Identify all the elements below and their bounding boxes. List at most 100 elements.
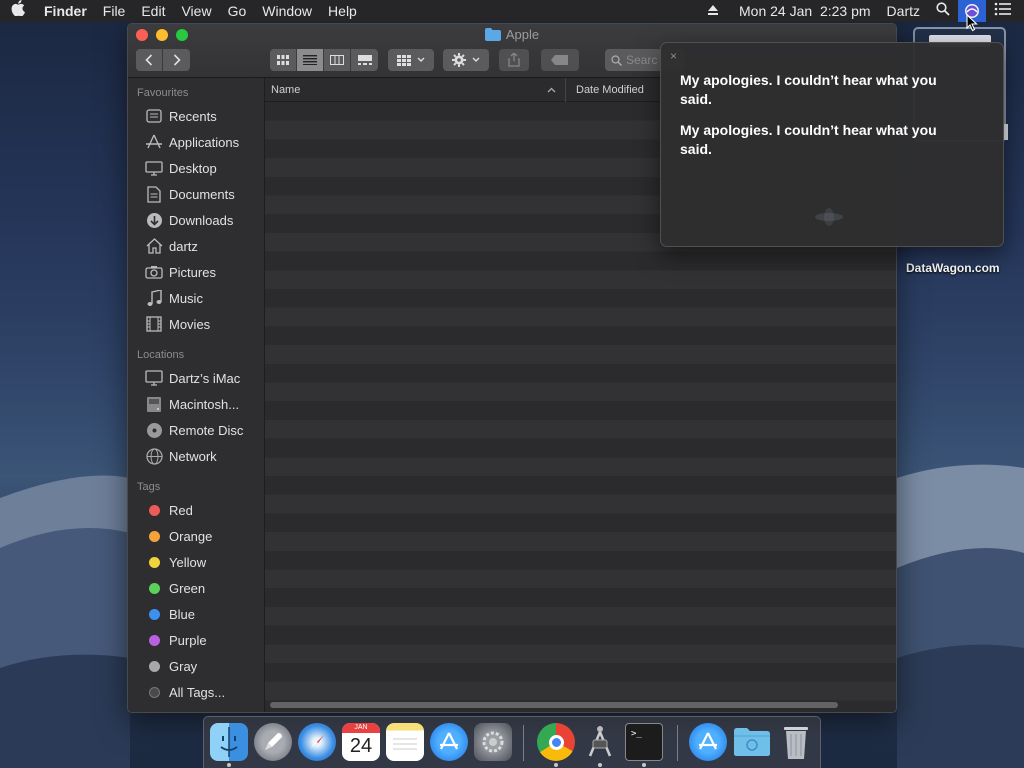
trash-icon [784,727,808,759]
menu-help[interactable]: Help [320,0,365,22]
desktop-icon [145,159,163,177]
tag-color-dot [148,608,160,620]
sidebar-item-label: All Tags... [169,684,226,700]
dock: JAN 24 >_ [203,716,821,768]
sidebar-item-label: Dartz’s iMac [169,370,241,386]
sidebar-item-remote-disc[interactable]: Remote Disc [145,419,243,441]
tag-color-dot [148,660,160,672]
dock-folder[interactable] [733,723,771,761]
dock-notes[interactable] [386,723,424,761]
sidebar-tag-purple[interactable]: Purple [145,629,207,651]
tag-color-dot [148,504,160,516]
sidebar-item-network[interactable]: Network [145,445,217,467]
sidebar-item-label: Applications [169,134,240,150]
sidebar-item-recents[interactable]: Recents [145,105,217,127]
sidebar-item-documents[interactable]: Documents [145,183,235,205]
sidebar-tag-red[interactable]: Red [145,499,193,521]
sidebar-item-label: Purple [169,632,207,648]
sidebar-tag-yellow[interactable]: Yellow [145,551,206,573]
imac-icon [145,369,163,387]
eject-icon[interactable] [695,0,731,22]
spotlight-search-icon[interactable] [928,0,958,22]
camera-icon [145,263,163,281]
dock-automator[interactable] [581,723,619,761]
menu-edit[interactable]: Edit [133,0,173,22]
column-header-name[interactable]: Name [271,84,300,96]
sidebar-item-desktop[interactable]: Desktop [145,157,217,179]
notification-center-icon[interactable] [986,0,1024,22]
sidebar-item-label: Recents [169,108,217,124]
sidebar-tag-green[interactable]: Green [145,577,205,599]
network-icon [145,447,163,465]
menu-go[interactable]: Go [220,0,255,22]
sidebar-tag-gray[interactable]: Gray [145,655,197,677]
menu-file[interactable]: File [95,0,134,22]
sidebar-item-label: Remote Disc [169,422,244,438]
horizontal-scrollbar[interactable] [270,702,838,708]
sidebar-item-imac[interactable]: Dartz’s iMac [145,367,240,389]
downloads-icon [145,211,163,229]
menu-clock[interactable]: Mon 24 Jan 2:23 pm [731,0,879,22]
navigation-buttons [136,49,190,71]
menu-user[interactable]: Dartz [879,0,928,22]
sidebar-item-music[interactable]: Music [145,287,203,309]
recents-icon [145,107,163,125]
sidebar-all-tags[interactable]: All Tags... [145,681,225,703]
dock-trash[interactable] [777,723,815,761]
group-by-button[interactable] [388,49,434,71]
sidebar-item-label: Green [169,580,206,596]
sidebar-tag-orange[interactable]: Orange [145,525,212,547]
siri-close-button[interactable]: × [670,49,677,63]
siri-panel: × My apologies. I couldn’t hear what you… [660,42,1004,247]
icon-view-button[interactable] [270,49,297,71]
menu-app-name[interactable]: Finder [36,0,95,22]
tag-color-dot [148,530,160,542]
back-button[interactable] [136,49,163,71]
column-divider[interactable] [565,78,566,102]
sidebar-item-label: Blue [169,606,196,622]
dock-app-store-download[interactable] [689,723,727,761]
share-button[interactable] [499,49,529,71]
column-header-date-modified[interactable]: Date Modified [576,84,644,96]
dock-separator [677,725,678,761]
sidebar-item-applications[interactable]: Applications [145,131,239,153]
dock-separator [523,725,524,761]
dock-safari[interactable] [298,723,336,761]
dock-calendar[interactable]: JAN 24 [342,723,380,761]
menu-view[interactable]: View [173,0,219,22]
tag-icon [551,55,568,65]
sidebar-item-downloads[interactable]: Downloads [145,209,233,231]
apple-menu-icon[interactable] [0,0,36,22]
sidebar-item-movies[interactable]: Movies [145,313,210,335]
sidebar-tag-blue[interactable]: Blue [145,603,195,625]
sidebar-header-tags: Tags [137,481,161,493]
sidebar-header-favourites: Favourites [137,87,189,99]
calendar-day: 24 [349,735,373,757]
sidebar-item-label: Gray [169,658,198,674]
column-view-button[interactable] [324,49,351,71]
list-view-button[interactable] [297,49,324,71]
dock-terminal[interactable]: >_ [625,723,663,761]
gallery-view-button[interactable] [351,49,378,71]
action-menu-button[interactable] [443,49,489,71]
menu-window[interactable]: Window [254,0,320,22]
sidebar-item-label: Downloads [169,212,234,228]
edit-tags-button[interactable] [541,49,579,71]
rocket-icon [265,733,282,750]
documents-icon [145,185,163,203]
forward-button[interactable] [163,49,190,71]
sidebar-item-dartz[interactable]: dartz [145,235,198,257]
sort-ascending-icon[interactable] [547,87,556,93]
view-mode-segmented-control [270,49,378,71]
sidebar-item-label: Music [169,290,203,306]
dock-system-preferences[interactable] [474,723,512,761]
dock-finder[interactable] [210,723,248,761]
dock-launchpad[interactable] [254,723,292,761]
dock-app-store[interactable] [430,723,468,761]
sidebar-item-label: Orange [169,528,213,544]
film-icon [145,315,163,333]
sidebar-item-macintosh-hd[interactable]: Macintosh... [145,393,239,415]
sidebar-item-pictures[interactable]: Pictures [145,261,216,283]
sidebar-item-label: Red [169,502,193,518]
dock-chrome[interactable] [537,723,575,761]
